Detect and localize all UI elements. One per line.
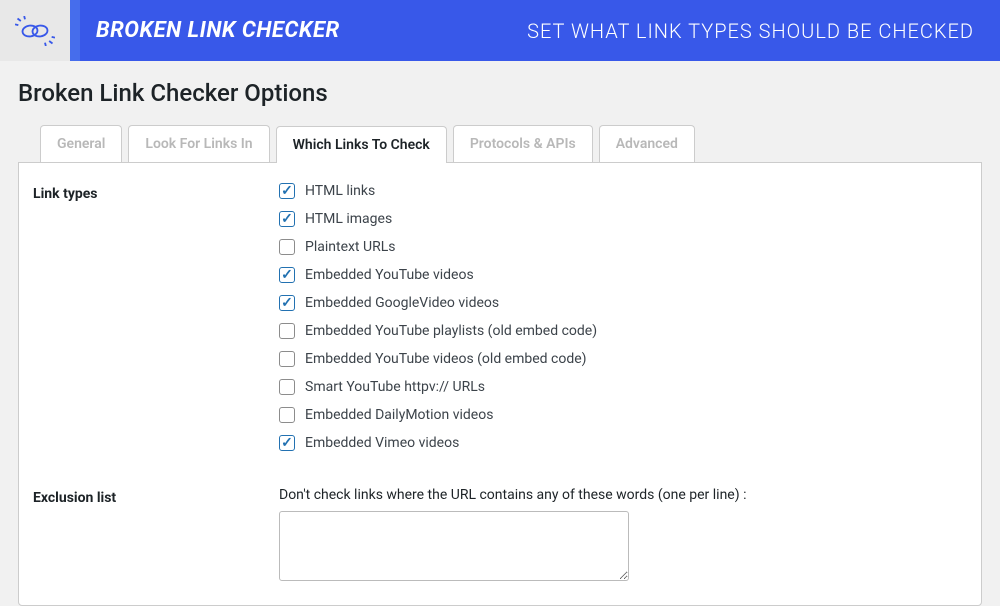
checkbox-icon — [279, 239, 295, 255]
checkbox-label: Embedded YouTube playlists (old embed co… — [305, 323, 597, 339]
settings-panel: Link types HTML links HTML images Plaint… — [18, 162, 982, 606]
checkbox-embedded-vimeo-videos[interactable]: Embedded Vimeo videos — [279, 435, 967, 451]
checkbox-label: Plaintext URLs — [305, 239, 395, 255]
checkbox-icon — [279, 211, 295, 227]
checkbox-embedded-youtube-videos-old[interactable]: Embedded YouTube videos (old embed code) — [279, 351, 967, 367]
tabs-bar: General Look For Links In Which Links To… — [18, 125, 982, 162]
tab-which-links-to-check[interactable]: Which Links To Check — [276, 126, 447, 163]
page-title: Broken Link Checker Options — [18, 79, 982, 107]
header-accent-strip — [70, 0, 80, 61]
row-exclusion-list: Exclusion list Don't check links where t… — [33, 487, 967, 585]
checkbox-embedded-youtube-playlists-old[interactable]: Embedded YouTube playlists (old embed co… — [279, 323, 967, 339]
checkbox-embedded-dailymotion-videos[interactable]: Embedded DailyMotion videos — [279, 407, 967, 423]
checkbox-label: Embedded GoogleVideo videos — [305, 295, 499, 311]
checkbox-icon — [279, 351, 295, 367]
tab-look-for-links-in[interactable]: Look For Links In — [128, 125, 269, 162]
checkbox-smart-youtube-httpv-urls[interactable]: Smart YouTube httpv:// URLs — [279, 379, 967, 395]
checkbox-embedded-youtube-videos[interactable]: Embedded YouTube videos — [279, 267, 967, 283]
checkbox-html-links[interactable]: HTML links — [279, 183, 967, 199]
checkbox-label: Embedded Vimeo videos — [305, 435, 459, 451]
page-body: Broken Link Checker Options General Look… — [0, 61, 1000, 606]
app-title: BROKEN LINK CHECKER — [80, 0, 356, 61]
checkbox-icon — [279, 435, 295, 451]
app-logo-box — [0, 0, 70, 61]
checkbox-icon — [279, 267, 295, 283]
checkbox-icon — [279, 407, 295, 423]
checkbox-icon — [279, 295, 295, 311]
checkbox-label: HTML images — [305, 211, 392, 227]
tab-advanced[interactable]: Advanced — [599, 125, 695, 162]
checkbox-icon — [279, 323, 295, 339]
checkbox-plaintext-urls[interactable]: Plaintext URLs — [279, 239, 967, 255]
checkbox-label: Smart YouTube httpv:// URLs — [305, 379, 485, 395]
checkbox-embedded-googlevideo-videos[interactable]: Embedded GoogleVideo videos — [279, 295, 967, 311]
section-label-link-types: Link types — [33, 183, 279, 451]
link-types-list: HTML links HTML images Plaintext URLs Em… — [279, 183, 967, 451]
checkbox-html-images[interactable]: HTML images — [279, 211, 967, 227]
checkbox-label: HTML links — [305, 183, 375, 199]
exclusion-textarea[interactable] — [279, 511, 629, 581]
tab-general[interactable]: General — [40, 125, 122, 162]
page-subtitle: SET WHAT LINK TYPES SHOULD BE CHECKED — [356, 0, 1000, 61]
section-label-exclusion: Exclusion list — [33, 487, 279, 585]
checkbox-label: Embedded YouTube videos (old embed code) — [305, 351, 587, 367]
checkbox-icon — [279, 379, 295, 395]
checkbox-label: Embedded DailyMotion videos — [305, 407, 493, 423]
row-link-types: Link types HTML links HTML images Plaint… — [33, 183, 967, 451]
checkbox-icon — [279, 183, 295, 199]
exclusion-description: Don't check links where the URL contains… — [279, 487, 967, 503]
checkbox-label: Embedded YouTube videos — [305, 267, 474, 283]
chain-link-icon — [15, 16, 55, 46]
tab-protocols-apis[interactable]: Protocols & APIs — [453, 125, 593, 162]
app-header: BROKEN LINK CHECKER SET WHAT LINK TYPES … — [0, 0, 1000, 61]
